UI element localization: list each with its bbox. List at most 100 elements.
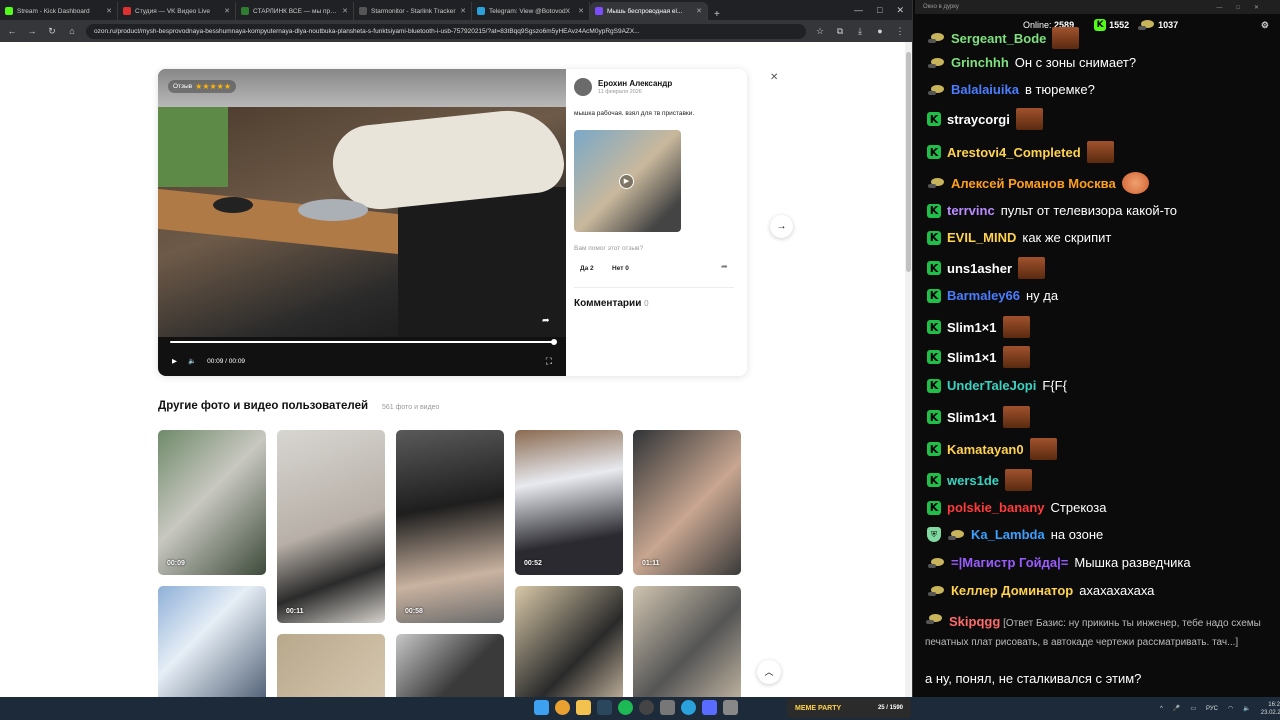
- spotify-icon[interactable]: [618, 700, 633, 715]
- obs-icon[interactable]: [639, 700, 654, 715]
- review-video-thumbnail[interactable]: ▶: [574, 130, 681, 232]
- helpful-yes-button[interactable]: Да 2: [574, 261, 600, 275]
- start-icon[interactable]: [534, 700, 549, 715]
- page-scrollbar[interactable]: [905, 42, 912, 697]
- minimize-icon[interactable]: —: [854, 5, 863, 16]
- bookmark-star-icon[interactable]: ☆: [814, 26, 826, 37]
- helpful-no-button[interactable]: Нет 0: [606, 261, 635, 275]
- close-tab-icon[interactable]: ✕: [696, 7, 702, 15]
- video-progress-bar[interactable]: [170, 341, 555, 343]
- close-window-icon[interactable]: ✕: [896, 5, 904, 16]
- chat-username[interactable]: terrvinc: [947, 203, 995, 218]
- review-author[interactable]: Ерохин Александр: [598, 79, 672, 88]
- chat-username[interactable]: uns1asher: [947, 261, 1012, 276]
- divider: [574, 287, 734, 288]
- gallery-item[interactable]: 00:52: [515, 430, 623, 575]
- chat-username[interactable]: EVIL_MIND: [947, 230, 1016, 245]
- chat-username[interactable]: Barmaley66: [947, 288, 1020, 303]
- gallery-item[interactable]: [158, 586, 266, 697]
- forward-icon[interactable]: →: [26, 26, 38, 36]
- next-review-button[interactable]: →: [770, 215, 793, 238]
- network-icon[interactable]: ▭: [1190, 705, 1196, 712]
- back-icon[interactable]: ←: [6, 26, 18, 36]
- volume-icon[interactable]: 🔈: [1243, 705, 1250, 712]
- volume-icon[interactable]: 🔈: [188, 357, 196, 365]
- fullscreen-icon[interactable]: ⛶: [546, 356, 552, 367]
- tab-vk-video[interactable]: Студия — VK Видео Live ✕: [118, 2, 236, 20]
- maximize-icon[interactable]: □: [877, 5, 882, 16]
- mic-icon[interactable]: 🎤: [1173, 705, 1180, 712]
- tab-ozon-mouse[interactable]: Мышь беспроводная el... ✕: [590, 2, 708, 20]
- close-tab-icon[interactable]: ✕: [460, 7, 466, 15]
- chat-username[interactable]: Arestovi4_Completed: [947, 145, 1081, 160]
- chat-username[interactable]: =|Магистр Гойда|=: [951, 555, 1068, 570]
- clock[interactable]: 16:2123.02.2026: [1261, 701, 1280, 717]
- telegram-icon[interactable]: [681, 700, 696, 715]
- video-progress-handle[interactable]: [551, 339, 557, 345]
- video-share-icon[interactable]: ➦: [542, 315, 550, 326]
- chat-username[interactable]: polskie_banany: [947, 500, 1045, 515]
- gallery-item[interactable]: [515, 586, 623, 697]
- close-tab-icon[interactable]: ✕: [578, 7, 584, 15]
- chat-username[interactable]: UnderTaleJopi: [947, 378, 1036, 393]
- gallery-item[interactable]: [633, 586, 741, 697]
- extensions-icon[interactable]: ⧉: [834, 26, 846, 37]
- share-icon[interactable]: ➦: [721, 262, 728, 271]
- scroll-to-top-button[interactable]: ︿: [757, 660, 781, 684]
- chat-username[interactable]: Slim1×1: [947, 410, 997, 425]
- kick-badge-icon: K: [927, 320, 941, 334]
- chat-username[interactable]: Balalaiuika: [951, 82, 1019, 97]
- chat-username[interactable]: straycorgi: [947, 112, 1010, 127]
- steam-icon[interactable]: [597, 700, 612, 715]
- tab-title: Stream - Kick Dashboard: [17, 7, 90, 15]
- chat-username[interactable]: Slim1×1: [947, 350, 997, 365]
- chat-username[interactable]: Sergeant_Bode: [951, 31, 1046, 46]
- blanket-shape: [398, 187, 566, 337]
- close-tab-icon[interactable]: ✕: [106, 7, 112, 15]
- close-icon[interactable]: ✕: [770, 72, 778, 83]
- tab-title: Студия — VK Видео Live: [135, 7, 211, 15]
- gallery-item[interactable]: 00:09: [158, 430, 266, 575]
- tab-telegram[interactable]: Telegram: View @BotovodX ✕: [472, 2, 590, 20]
- chat-username[interactable]: Келлер Доминатор: [951, 583, 1073, 598]
- app-icon[interactable]: [660, 700, 675, 715]
- chat-username[interactable]: wers1de: [947, 473, 999, 488]
- chrome-icon[interactable]: [555, 700, 570, 715]
- review-video-player[interactable]: Отзыв ★★★★★ ➦ ▶ 🔈 00:09 / 00:09 ⛶: [158, 69, 566, 376]
- address-bar[interactable]: ozon.ru/product/mysh-besprovodnaya-bessh…: [86, 23, 806, 39]
- new-tab-button[interactable]: +: [708, 9, 726, 20]
- gallery-item[interactable]: 00:11: [277, 430, 385, 623]
- close-tab-icon[interactable]: ✕: [224, 7, 230, 15]
- window-controls[interactable]: —□✕: [1216, 4, 1273, 11]
- explorer-icon[interactable]: [576, 700, 591, 715]
- chat-username[interactable]: Kamatayan0: [947, 442, 1024, 457]
- gallery-item[interactable]: [277, 634, 385, 697]
- home-icon[interactable]: ⌂: [66, 26, 78, 36]
- chat-username[interactable]: Skipqgg: [949, 614, 1000, 629]
- scrollbar-thumb[interactable]: [906, 52, 911, 272]
- wifi-icon[interactable]: ◠: [1228, 705, 1233, 712]
- gallery-item[interactable]: [396, 634, 504, 697]
- play-icon[interactable]: ▶: [172, 357, 177, 365]
- chat-username[interactable]: Алексей Романов Москва: [951, 176, 1116, 191]
- tab-kick-dashboard[interactable]: Stream - Kick Dashboard ✕: [0, 2, 118, 20]
- gallery-item[interactable]: 01:11: [633, 430, 741, 575]
- comments-heading[interactable]: Комментарии 0: [574, 298, 649, 309]
- meme-party-widget[interactable]: MEME PARTY 25 / 1590: [787, 698, 911, 718]
- chevron-up-icon[interactable]: ^: [1160, 706, 1163, 712]
- app-icon[interactable]: [702, 700, 717, 715]
- tab-starlink[interactable]: СТАРЛИНК ВСЁ — мы прогир... ✕: [236, 2, 354, 20]
- menu-icon[interactable]: ⋮: [894, 26, 906, 37]
- tab-starmonitor[interactable]: Starmonitor - Starlink Tracker ✕: [354, 2, 472, 20]
- gallery-item[interactable]: 00:58: [396, 430, 504, 623]
- close-tab-icon[interactable]: ✕: [342, 7, 348, 15]
- chat-username[interactable]: Slim1×1: [947, 320, 997, 335]
- language-indicator[interactable]: РУС: [1206, 706, 1218, 712]
- app-icon[interactable]: [723, 700, 738, 715]
- profile-icon[interactable]: ●: [874, 26, 886, 36]
- chat-username[interactable]: Grinchhh: [951, 55, 1009, 70]
- reload-icon[interactable]: ↻: [46, 26, 58, 37]
- download-icon[interactable]: ⤓: [854, 26, 866, 37]
- chat-username[interactable]: Ka_Lambda: [971, 527, 1045, 542]
- emote-image: [1086, 141, 1114, 163]
